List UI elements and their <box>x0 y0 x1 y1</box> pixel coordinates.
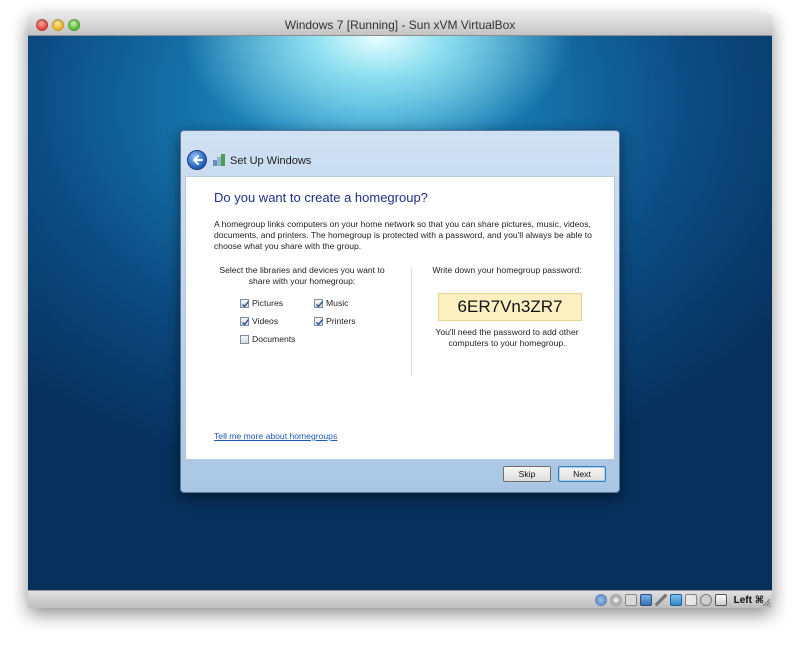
network-icon[interactable] <box>639 594 652 606</box>
dialog-footer: Skip Next <box>185 460 615 488</box>
share-label: Select the libraries and devices you wan… <box>219 265 385 286</box>
password-panel: Write down your homegroup password: 6ER7… <box>422 265 592 348</box>
checkbox-label: Documents <box>252 334 296 344</box>
host-window: Windows 7 [Running] - Sun xVM VirtualBox… <box>28 14 772 608</box>
password-label: Write down your homegroup password: <box>432 265 582 275</box>
back-arrow-icon[interactable] <box>187 150 207 170</box>
intro-text: A homegroup links computers on your home… <box>214 219 592 251</box>
setup-windows-icon <box>213 154 225 166</box>
checkbox-label: Pictures <box>252 298 284 308</box>
share-options: Select the libraries and devices you wan… <box>214 265 404 287</box>
checkbox-box[interactable] <box>314 299 324 308</box>
host-titlebar[interactable]: Windows 7 [Running] - Sun xVM VirtualBox <box>28 14 772 36</box>
vrdp-icon[interactable] <box>684 594 697 606</box>
checkbox-label: Music <box>326 298 349 308</box>
host-window-title: Windows 7 [Running] - Sun xVM VirtualBox <box>284 18 516 32</box>
column-divider <box>411 267 412 375</box>
resize-grip-icon[interactable] <box>761 597 771 607</box>
shared-folder-icon[interactable] <box>669 594 682 606</box>
homegroup-password: 6ER7Vn3ZR7 <box>438 293 582 321</box>
setup-dialog: Set Up Windows Do you want to create a h… <box>180 130 620 493</box>
hard-disk-icon[interactable] <box>594 594 607 606</box>
guest-desktop[interactable]: Set Up Windows Do you want to create a h… <box>28 36 772 590</box>
checkbox-box[interactable] <box>314 317 324 326</box>
usb-icon[interactable] <box>654 594 667 606</box>
dialog-content: Do you want to create a homegroup? A hom… <box>185 176 615 460</box>
statusbar-icons: Left ⌘ <box>594 593 764 607</box>
dialog-title: Set Up Windows <box>230 155 312 167</box>
checkbox-box[interactable] <box>240 335 249 344</box>
homegroup-help-link[interactable]: Tell me more about homegroups <box>214 431 337 441</box>
page-heading: Do you want to create a homegroup? <box>214 190 428 205</box>
checkbox-box[interactable] <box>240 299 250 308</box>
next-button[interactable]: Next <box>558 466 606 482</box>
vm-statusbar: Left ⌘ <box>28 590 772 608</box>
checkbox-box[interactable] <box>240 317 250 326</box>
mouse-integration-icon[interactable] <box>699 594 712 606</box>
skip-button[interactable]: Skip <box>503 466 551 482</box>
dialog-header: Set Up Windows <box>185 149 615 175</box>
host-key-label: Left ⌘ <box>733 594 764 606</box>
checkbox-label: Printers <box>326 316 356 326</box>
floppy-icon[interactable] <box>624 594 637 606</box>
checkbox-label: Videos <box>252 316 279 326</box>
host-key-icon[interactable] <box>714 594 727 606</box>
password-note: You'll need the password to add other co… <box>435 327 579 348</box>
cd-icon[interactable] <box>609 594 622 606</box>
